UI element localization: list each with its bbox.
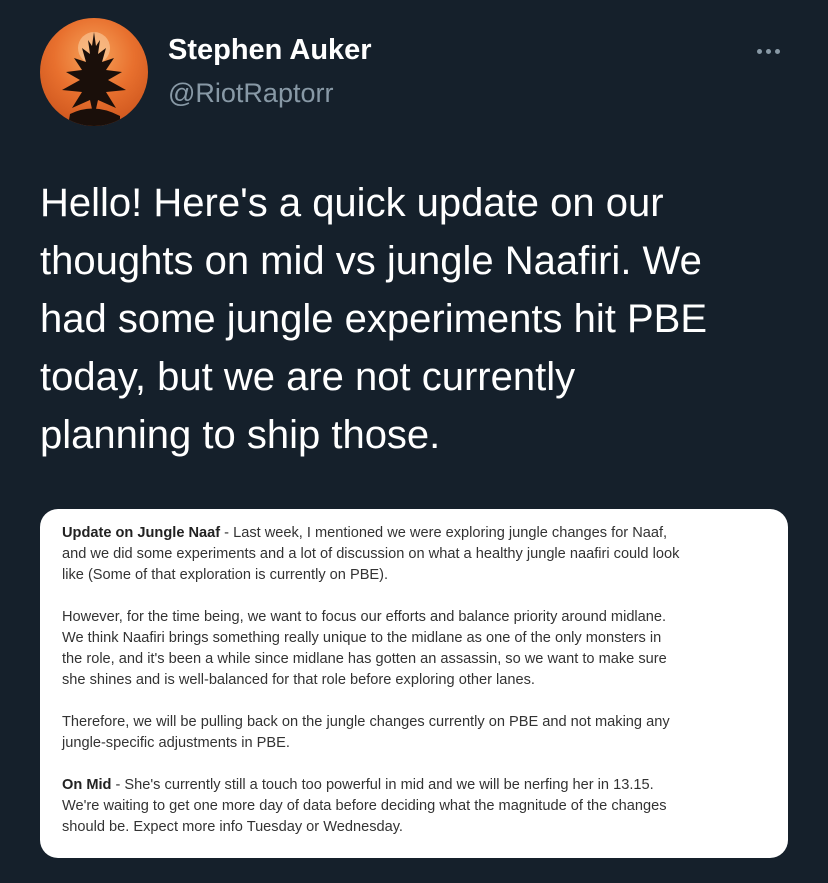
paragraph-midlane-priority: However, for the time being, we want to … xyxy=(62,607,768,691)
paragraph-text: - She's currently still a touch too powe… xyxy=(111,777,654,793)
paragraph-line: the role, and it's been a while since mi… xyxy=(62,651,667,667)
paragraph-line: jungle-specific adjustments in PBE. xyxy=(62,735,290,751)
tweet-text-line: planning to ship those. xyxy=(40,413,441,457)
tweet-text-line: thoughts on mid vs jungle Naafiri. We xyxy=(40,239,702,283)
avatar[interactable] xyxy=(40,18,148,126)
paragraph-line: Update on Jungle Naaf - Last week, I men… xyxy=(62,523,768,544)
heading-on-mid: On Mid xyxy=(62,777,112,793)
dot xyxy=(756,48,762,54)
paragraph-pulling-back: Therefore, we will be pulling back on th… xyxy=(62,712,768,754)
tweet-text-line: had some jungle experiments hit PBE xyxy=(40,297,708,341)
paragraph-line: she shines and is well-balanced for that… xyxy=(62,672,535,688)
paragraph-line: like (Some of that exploration is curren… xyxy=(62,567,389,583)
author-handle[interactable]: @RiotRaptorr xyxy=(168,78,333,109)
dot xyxy=(765,48,771,54)
tweet-text-line: today, but we are not currently xyxy=(40,355,576,399)
tweet-header: Stephen Auker @RiotRaptorr xyxy=(0,0,828,140)
attached-image[interactable]: Update on Jungle Naaf - Last week, I men… xyxy=(40,509,788,858)
phoenix-silhouette-avatar-icon xyxy=(62,32,126,126)
dot xyxy=(774,48,780,54)
paragraph-line: However, for the time being, we want to … xyxy=(62,609,667,625)
paragraph-line: We're waiting to get one more day of dat… xyxy=(62,798,667,814)
author-display-name[interactable]: Stephen Auker xyxy=(168,34,372,67)
paragraph-line: should be. Expect more info Tuesday or W… xyxy=(62,819,403,835)
paragraph-line: and we did some experiments and a lot of… xyxy=(62,546,680,562)
paragraph-line: We think Naafiri brings something really… xyxy=(62,630,662,646)
ellipsis-icon[interactable] xyxy=(748,36,788,66)
tweet-text: Hello! Here's a quick update on our thou… xyxy=(40,174,800,464)
heading-jungle-naaf: Update on Jungle Naaf xyxy=(62,525,221,541)
paragraph-jungle-update: Update on Jungle Naaf - Last week, I men… xyxy=(62,523,768,586)
paragraph-on-mid: On Mid - She's currently still a touch t… xyxy=(62,775,768,838)
tweet-text-line: Hello! Here's a quick update on our xyxy=(40,181,664,225)
paragraph-line: Therefore, we will be pulling back on th… xyxy=(62,714,670,730)
paragraph-line: On Mid - She's currently still a touch t… xyxy=(62,775,768,796)
paragraph-text: - Last week, I mentioned we were explori… xyxy=(220,525,668,541)
image-text-content: Update on Jungle Naaf - Last week, I men… xyxy=(62,523,768,838)
